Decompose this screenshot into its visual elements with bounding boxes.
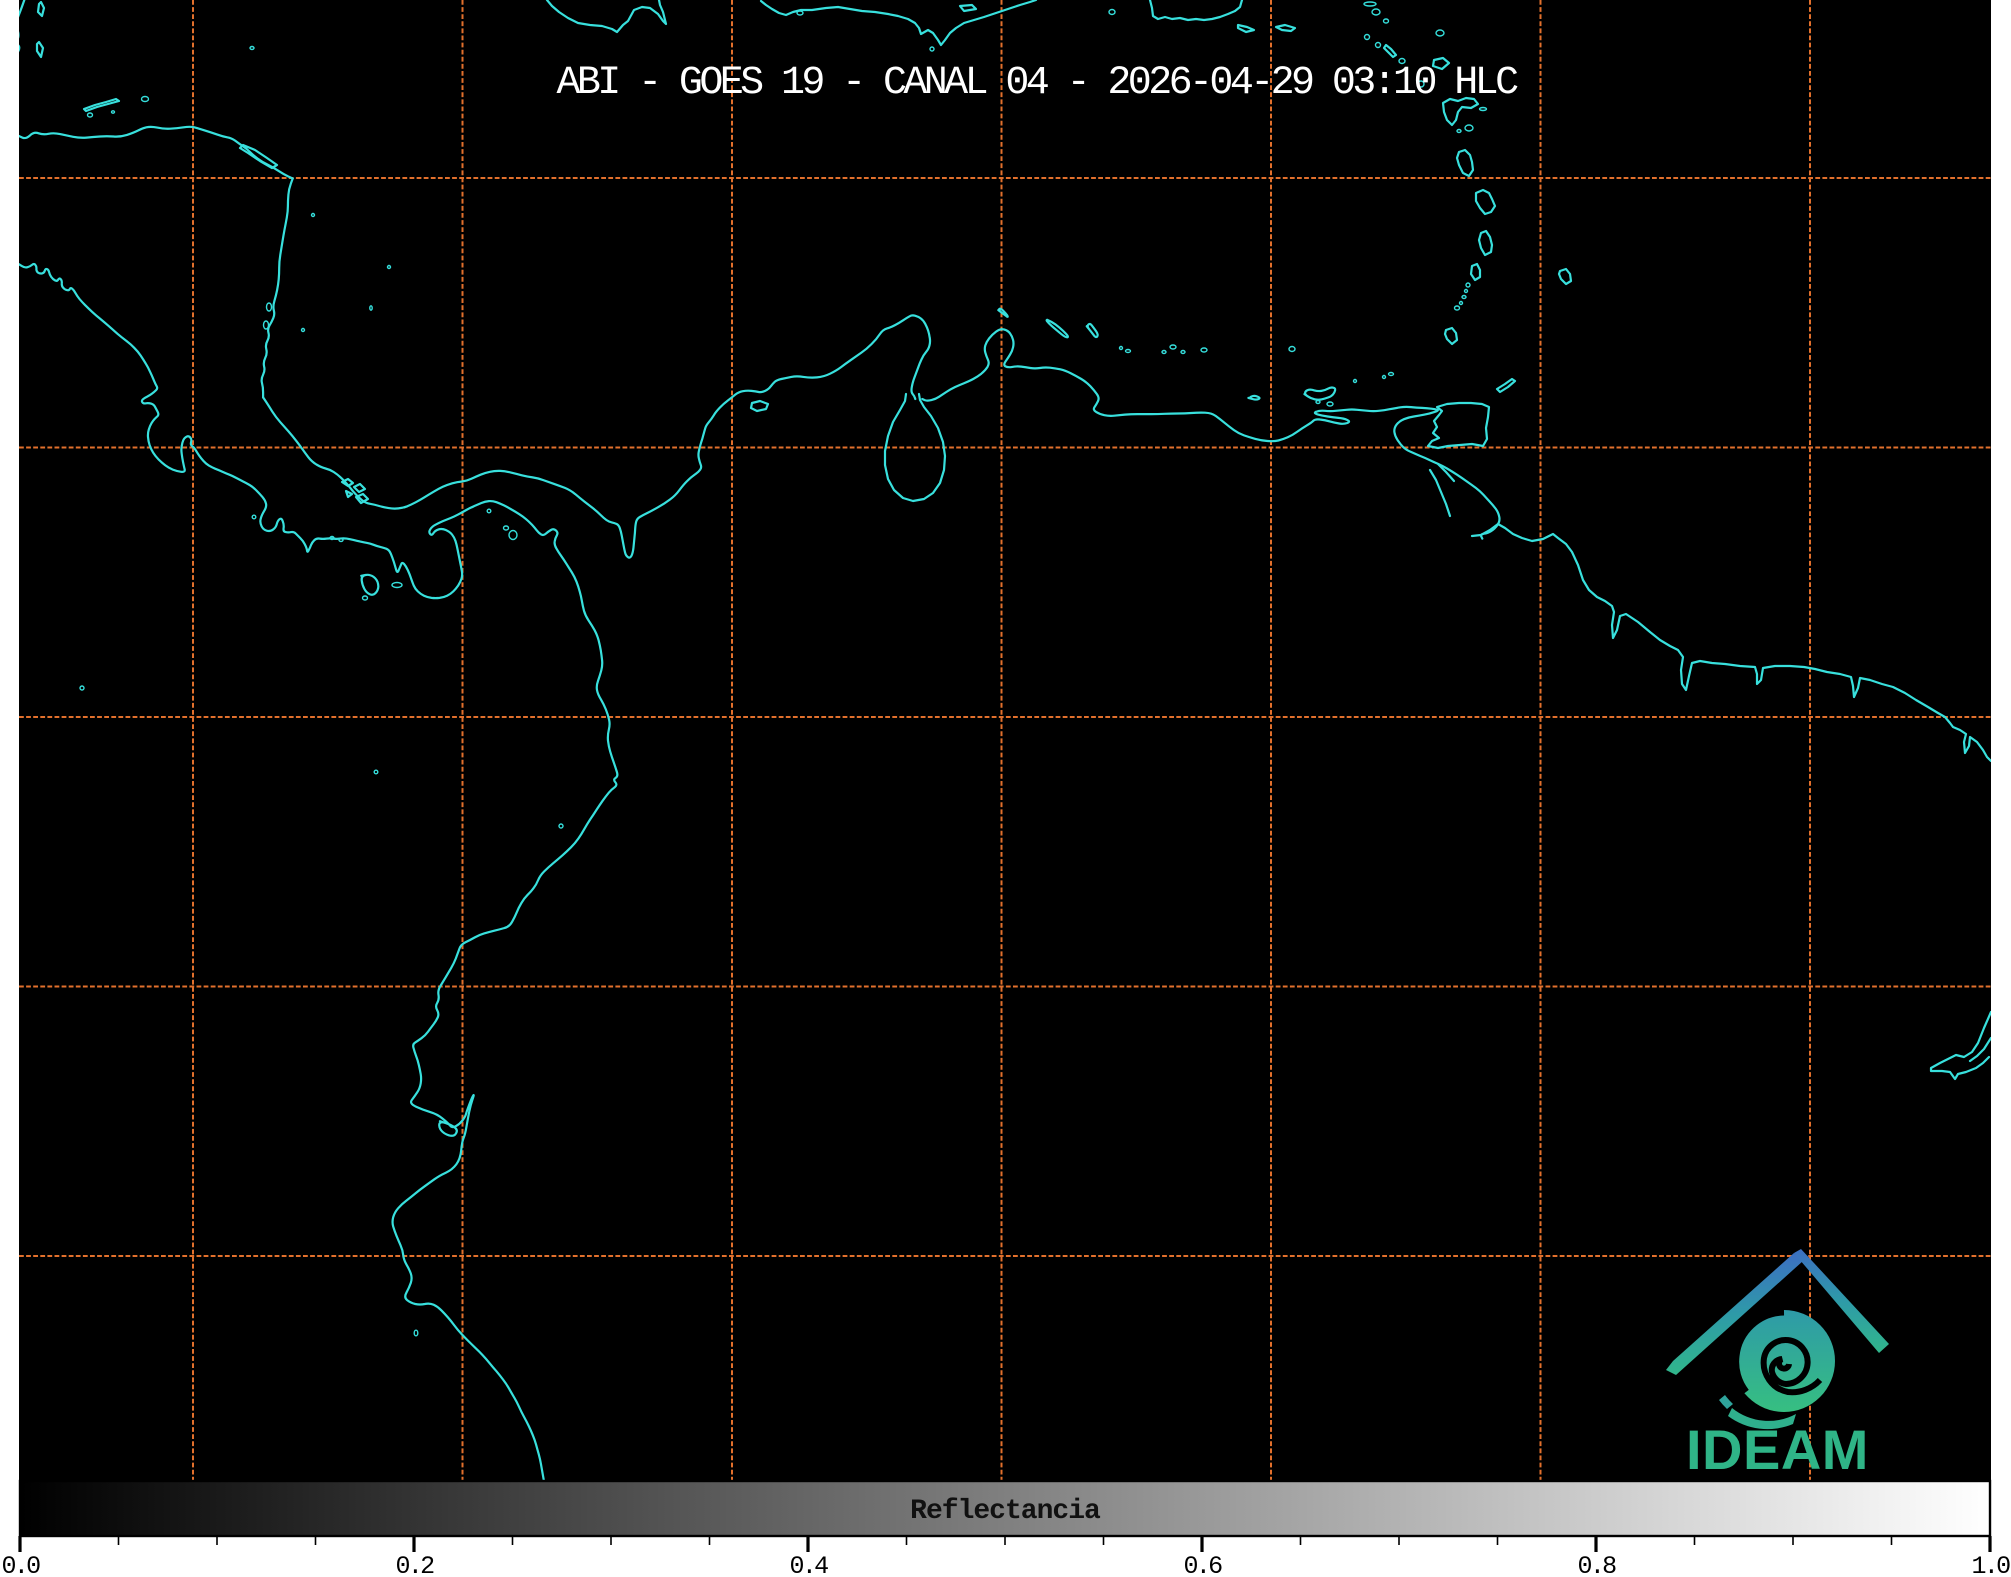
svg-text:0.2: 0.2 bbox=[396, 1552, 435, 1577]
svg-text:Reflectancia: Reflectancia bbox=[910, 1496, 1101, 1527]
svg-text:0.4: 0.4 bbox=[790, 1552, 829, 1577]
svg-text:1.0: 1.0 bbox=[1972, 1552, 2011, 1577]
svg-text:0.6: 0.6 bbox=[1184, 1552, 1223, 1577]
svg-text:ABI - GOES 19 - CANAL 04 - 202: ABI - GOES 19 - CANAL 04 - 2026-04-29 03… bbox=[557, 61, 1519, 106]
svg-text:IDEAM: IDEAM bbox=[1686, 1418, 1869, 1481]
svg-text:0.0: 0.0 bbox=[2, 1552, 41, 1577]
svg-text:0.8: 0.8 bbox=[1578, 1552, 1617, 1577]
